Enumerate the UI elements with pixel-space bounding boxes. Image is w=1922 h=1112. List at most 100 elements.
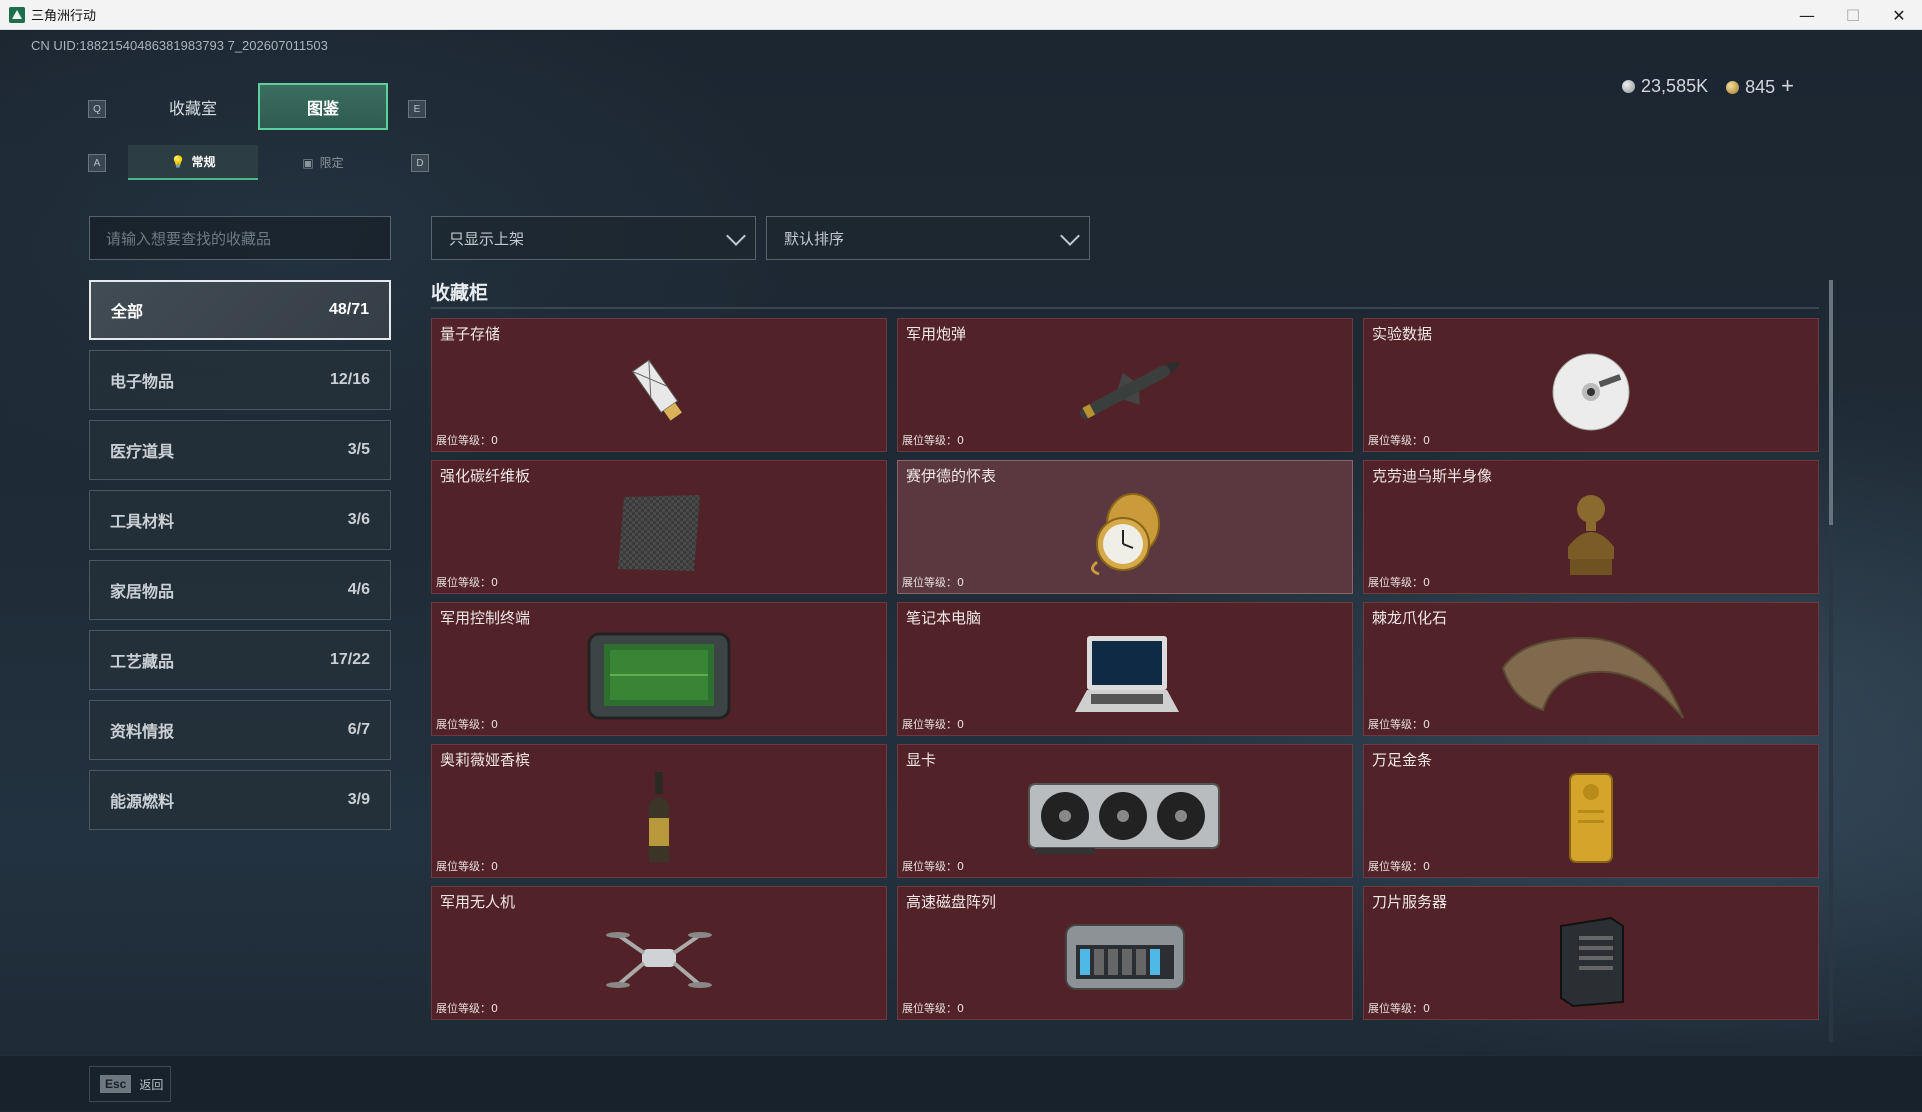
disc-icon <box>1364 319 1818 451</box>
gold-amount: 845 <box>1745 77 1776 97</box>
item-name: 高速磁盘阵列 <box>906 893 997 911</box>
sort-dropdown[interactable]: 默认排序 <box>766 216 1090 260</box>
item-name: 强化碳纤维板 <box>440 467 531 485</box>
item-card[interactable]: 刀片服务器 展位等级：0 <box>1363 886 1819 1020</box>
subtab-regular[interactable]: 💡 常规 <box>128 145 258 180</box>
minimize-icon[interactable]: — <box>1784 0 1830 30</box>
item-card[interactable]: 显卡 展位等级：0 <box>897 744 1353 878</box>
category-count: 12/16 <box>329 371 370 388</box>
chevron-down-icon <box>726 226 746 246</box>
close-icon[interactable]: ✕ <box>1876 0 1922 30</box>
item-name: 棘龙爪化石 <box>1372 609 1448 627</box>
category-medical[interactable]: 医疗道具 3/5 <box>89 420 391 480</box>
item-name: 军用炮弹 <box>906 325 967 343</box>
collection-grid: 量子存储 展位等级：0 军用炮弹 展位等级：0 实验数据 展位等级：0 强化碳纤… <box>431 318 1821 1020</box>
category-energy[interactable]: 能源燃料 3/9 <box>89 770 391 830</box>
item-level: 展位等级：0 <box>902 718 964 731</box>
gold-balance: 845 + <box>1726 73 1794 99</box>
category-list: 全部 48/71 电子物品 12/16 医疗道具 3/5 工具材料 3/6 家居物品 4/… <box>89 280 391 840</box>
category-name: 电子物品 <box>110 372 175 391</box>
item-card[interactable]: 棘龙爪化石 展位等级：0 <box>1363 602 1819 736</box>
category-name: 资料情报 <box>110 722 175 741</box>
grid-scrollbar[interactable] <box>1829 280 1833 1042</box>
category-name: 工具材料 <box>110 512 175 531</box>
usb-drive-icon <box>432 319 886 451</box>
missile-icon <box>898 319 1352 451</box>
category-count: 48/71 <box>328 301 369 318</box>
item-level: 展位等级：0 <box>1368 718 1430 731</box>
key-hint-q[interactable]: Q <box>88 100 106 118</box>
category-household[interactable]: 家居物品 4/6 <box>89 560 391 620</box>
category-tools[interactable]: 工具材料 3/6 <box>89 490 391 550</box>
item-card[interactable]: 军用炮弹 展位等级：0 <box>897 318 1353 452</box>
item-name: 军用控制终端 <box>440 609 531 627</box>
item-name: 量子存储 <box>440 325 501 343</box>
add-currency-button[interactable]: + <box>1781 73 1794 98</box>
silver-amount: 23,585K <box>1641 75 1709 96</box>
window-controls: — ☐ ✕ <box>1784 0 1922 30</box>
item-level: 展位等级：0 <box>436 576 498 589</box>
section-title: 收藏柜 <box>431 282 489 304</box>
category-count: 6/7 <box>347 721 370 738</box>
back-button[interactable]: Esc 返回 <box>89 1066 171 1102</box>
key-hint-d[interactable]: D <box>411 154 429 172</box>
subtab-limited-label: 限定 <box>319 156 344 170</box>
category-crafts[interactable]: 工艺藏品 17/22 <box>89 630 391 690</box>
subtab-limited[interactable]: ▣ 限定 <box>258 145 388 180</box>
item-card[interactable]: 万足金条 展位等级：0 <box>1363 744 1819 878</box>
category-intel[interactable]: 资料情报 6/7 <box>89 700 391 760</box>
item-level: 展位等级：0 <box>1368 1002 1430 1015</box>
display-filter-dropdown[interactable]: 只显示上架 <box>431 216 756 260</box>
image-icon: ▣ <box>302 155 314 170</box>
back-label: 返回 <box>139 1077 164 1092</box>
lightbulb-icon: 💡 <box>170 154 186 169</box>
item-card[interactable]: 军用无人机 展位等级：0 <box>431 886 887 1020</box>
item-name: 奥莉薇娅香槟 <box>440 751 531 769</box>
uid-label: CN UID:18821540486381983793 7_2026070115… <box>31 38 328 53</box>
category-electronics[interactable]: 电子物品 12/16 <box>89 350 391 410</box>
gold-coin-icon <box>1726 81 1740 94</box>
item-card[interactable]: 笔记本电脑 展位等级：0 <box>897 602 1353 736</box>
window-titlebar: 三角洲行动 — ☐ ✕ <box>0 0 1922 30</box>
category-name: 能源燃料 <box>110 792 175 811</box>
item-name: 笔记本电脑 <box>906 609 982 627</box>
graphics-card-icon <box>898 745 1352 877</box>
item-level: 展位等级：0 <box>902 434 964 447</box>
item-card[interactable]: 高速磁盘阵列 展位等级：0 <box>897 886 1353 1020</box>
scrollbar-thumb[interactable] <box>1829 280 1833 525</box>
category-count: 4/6 <box>347 581 370 598</box>
search-input[interactable]: 请输入想要查找的收藏品 <box>89 216 391 260</box>
item-card[interactable]: 实验数据 展位等级：0 <box>1363 318 1819 452</box>
item-level: 展位等级：0 <box>1368 860 1430 873</box>
item-card[interactable]: 克劳迪乌斯半身像 展位等级：0 <box>1363 460 1819 594</box>
key-hint-e[interactable]: E <box>408 100 426 118</box>
category-name: 医疗道具 <box>110 442 175 461</box>
subtab-regular-label: 常规 <box>191 155 216 169</box>
category-all[interactable]: 全部 48/71 <box>89 280 391 340</box>
tab-codex[interactable]: 图鉴 <box>258 83 388 130</box>
item-level: 展位等级：0 <box>902 860 964 873</box>
key-hint-a[interactable]: A <box>88 154 106 172</box>
maximize-icon[interactable]: ☐ <box>1830 0 1876 30</box>
section-divider <box>431 307 1819 309</box>
window-title: 三角洲行动 <box>31 9 97 24</box>
tab-collection-room[interactable]: 收藏室 <box>128 83 258 130</box>
silver-balance: 23,585K <box>1622 76 1708 97</box>
item-card[interactable]: 军用控制终端 展位等级：0 <box>431 602 887 736</box>
category-count: 17/22 <box>329 651 370 668</box>
item-level: 展位等级：0 <box>1368 576 1430 589</box>
item-level: 展位等级：0 <box>436 434 498 447</box>
collection-grid-viewport: 量子存储 展位等级：0 军用炮弹 展位等级：0 实验数据 展位等级：0 强化碳纤… <box>431 318 1821 1042</box>
item-card[interactable]: 强化碳纤维板 展位等级：0 <box>431 460 887 594</box>
item-card[interactable]: 量子存储 展位等级：0 <box>431 318 887 452</box>
display-filter-value: 只显示上架 <box>449 229 525 248</box>
item-card[interactable]: 赛伊德的怀表 展位等级：0 <box>897 460 1353 594</box>
item-name: 实验数据 <box>1372 325 1433 343</box>
sort-value: 默认排序 <box>784 229 845 248</box>
item-name: 显卡 <box>906 751 937 769</box>
item-name: 万足金条 <box>1372 751 1433 769</box>
game-viewport: CN UID:18821540486381983793 7_2026070115… <box>0 30 1922 1112</box>
item-card[interactable]: 奥莉薇娅香槟 展位等级：0 <box>431 744 887 878</box>
category-name: 工艺藏品 <box>110 652 175 671</box>
item-name: 克劳迪乌斯半身像 <box>1372 467 1493 485</box>
